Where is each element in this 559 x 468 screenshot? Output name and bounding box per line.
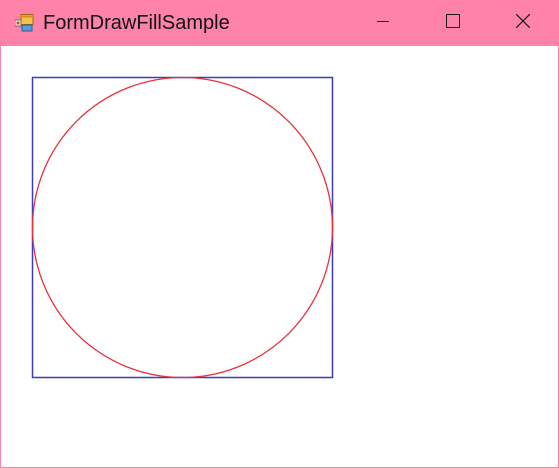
title-bar[interactable]: FormDrawFillSample [1,0,558,46]
close-icon [515,13,531,33]
minimize-button[interactable] [348,0,418,46]
maximize-icon [446,13,460,33]
close-button[interactable] [488,0,558,46]
window-title: FormDrawFillSample [43,12,230,34]
minimize-icon [377,14,389,32]
app-icon[interactable] [14,14,35,32]
drawn-square [31,76,334,379]
form-client-area [1,46,558,467]
app-window: FormDrawFillSample [0,0,559,468]
drawing-canvas [31,76,334,379]
drawn-circle [31,76,334,379]
maximize-button[interactable] [418,0,488,46]
